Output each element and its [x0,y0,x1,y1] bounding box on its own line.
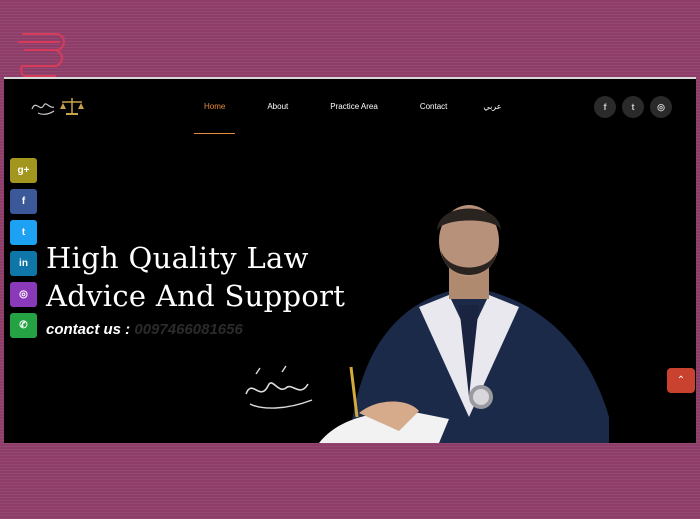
header-social-links: f t ◎ [594,96,672,118]
contact-label: contact us : [46,321,135,338]
website-frame: Home About Practice Area Contact عربي f … [4,77,696,443]
hero-title-line-1: High Quality Law [46,241,309,275]
floating-social-bar: g+ f t in ◎ ✆ [10,158,37,338]
linkedin-icon[interactable]: in [10,251,37,276]
twitter-icon[interactable]: t [622,96,644,118]
facebook-icon[interactable]: f [10,189,37,214]
instagram-icon[interactable]: ◎ [650,96,672,118]
google-plus-icon[interactable]: g+ [10,158,37,183]
hero-title: High Quality Law Advice And Support [46,239,345,315]
logo[interactable] [30,95,90,117]
main-nav: Home About Practice Area Contact عربي [194,79,506,134]
whatsapp-icon[interactable]: ✆ [10,313,37,338]
facebook-icon[interactable]: f [594,96,616,118]
menu-toggle-icon[interactable] [12,30,68,80]
hero-contact: contact us : 0097466081656 [46,321,243,338]
nav-practice-area[interactable]: Practice Area [320,79,388,134]
instagram-icon[interactable]: ◎ [10,282,37,307]
nav-home[interactable]: Home [194,79,236,134]
nav-contact[interactable]: Contact [410,79,458,134]
nav-about[interactable]: About [257,79,298,134]
twitter-icon[interactable]: t [10,220,37,245]
hero-title-line-2: Advice And Support [46,279,346,313]
signature-calligraphy [245,365,313,409]
scroll-to-top-button[interactable]: ⌃ [667,368,695,393]
contact-phone[interactable]: 0097466081656 [134,321,242,338]
lawyer-portrait [319,205,609,443]
nav-language-arabic[interactable]: عربي [479,79,505,134]
